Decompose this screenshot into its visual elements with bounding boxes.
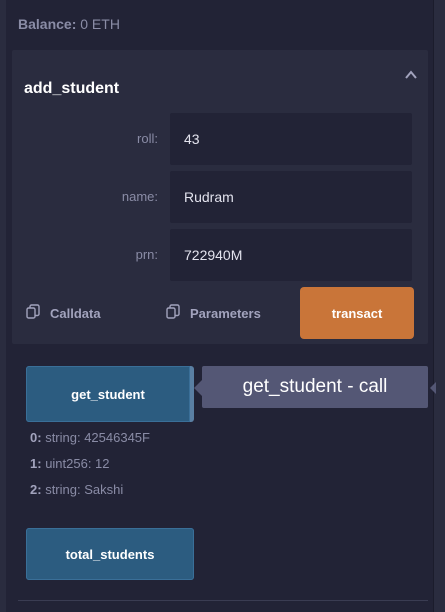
copy-icon — [26, 303, 40, 323]
parameters-label: Parameters — [190, 305, 261, 321]
get-student-button[interactable]: get_student — [26, 366, 194, 422]
result-index: 1: — [30, 456, 42, 471]
field-row-roll: roll: 43 — [12, 113, 428, 165]
name-input[interactable]: Rudram — [170, 171, 412, 223]
copy-parameters-button[interactable]: Parameters — [166, 287, 261, 339]
result-value: string: 42546345F — [45, 430, 150, 445]
function-title: add_student — [24, 80, 120, 97]
field-label-prn: prn: — [135, 247, 158, 262]
divider — [18, 600, 428, 601]
field-label-roll: roll: — [137, 131, 158, 146]
result-value: uint256: 12 — [45, 456, 110, 471]
action-bar: Calldata Parameters transact — [12, 287, 428, 339]
result-index: 2: — [30, 482, 42, 497]
add-student-function-card: add_student roll: 43 name: Rudram prn: 7… — [12, 50, 428, 344]
total-students-button[interactable]: total_students — [26, 528, 194, 580]
field-label-name: name: — [121, 189, 158, 204]
chevron-up-icon[interactable] — [404, 68, 418, 82]
result-row: 0: string: 42546345F — [30, 430, 150, 456]
balance-display: Balance: 0 ETH — [18, 16, 120, 32]
balance-value: 0 ETH — [80, 16, 120, 32]
tooltip-edge-marker — [430, 382, 436, 394]
result-row: 1: uint256: 12 — [30, 456, 150, 482]
result-row: 2: string: Sakshi — [30, 482, 150, 508]
copy-icon — [166, 303, 180, 323]
prn-input[interactable]: 722940M — [170, 229, 412, 281]
contract-panel: Balance: 0 ETH add_student roll: 43 name… — [6, 0, 436, 612]
field-row-prn: prn: 722940M — [12, 229, 428, 281]
calldata-label: Calldata — [50, 305, 101, 321]
balance-label: Balance: — [18, 16, 77, 32]
transact-button[interactable]: transact — [300, 287, 414, 339]
tooltip-arrow — [194, 380, 202, 396]
copy-calldata-button[interactable]: Calldata — [26, 287, 101, 339]
roll-input[interactable]: 43 — [170, 113, 412, 165]
result-index: 0: — [30, 430, 42, 445]
result-value: string: Sakshi — [45, 482, 124, 497]
field-row-name: name: Rudram — [12, 171, 428, 223]
get-student-results: 0: string: 42546345F 1: uint256: 12 2: s… — [30, 430, 150, 508]
get-student-tooltip: get_student - call — [202, 366, 428, 408]
